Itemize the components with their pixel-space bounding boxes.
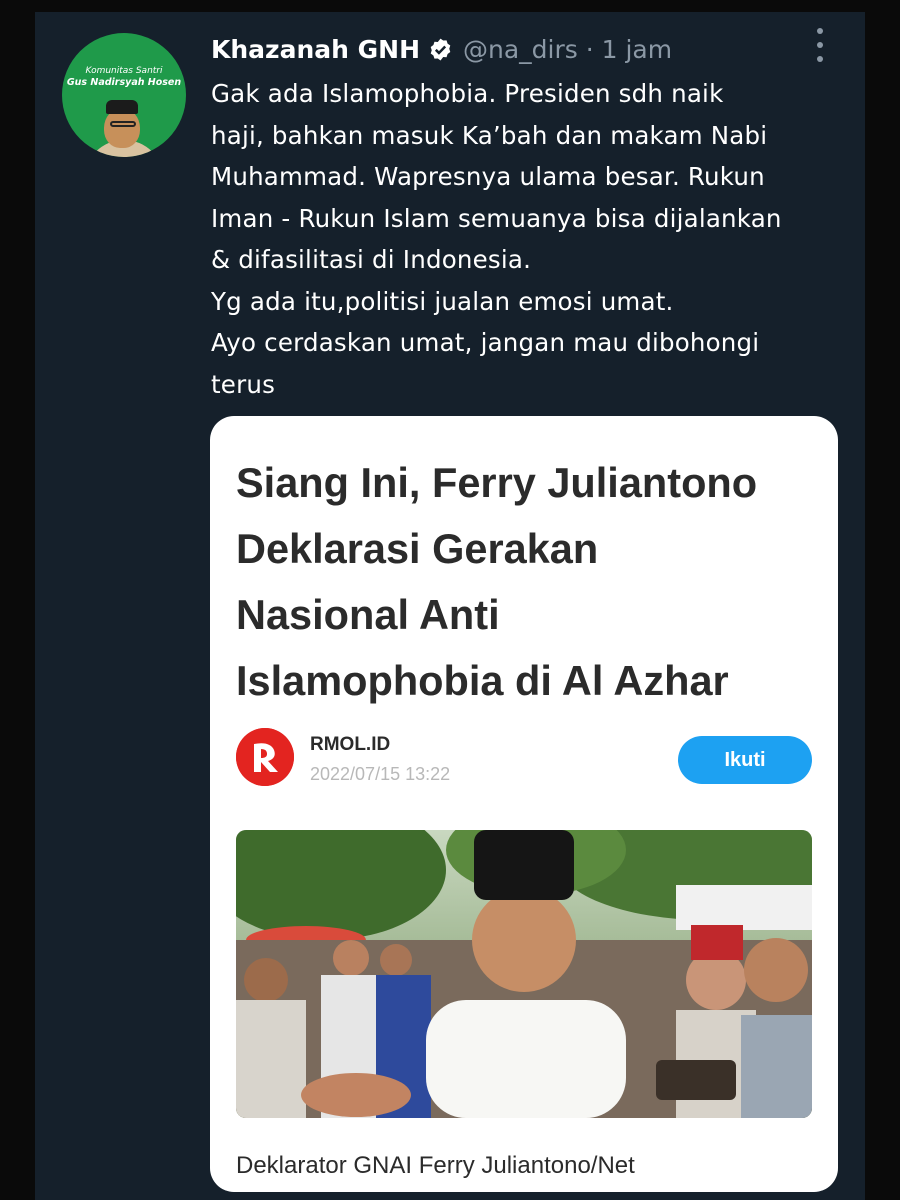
link-card[interactable]: Siang Ini, Ferry Juliantono Deklarasi Ge… xyxy=(210,416,838,1192)
avatar-cap xyxy=(106,100,138,114)
avatar[interactable]: Komunitas Santri Gus Nadirsyah Hosen xyxy=(62,33,186,157)
tweet-header: Khazanah GNH @na_dirs · 1 jam xyxy=(211,32,672,66)
dot xyxy=(817,56,823,62)
author-name[interactable]: Khazanah GNH xyxy=(211,35,420,64)
follow-button[interactable]: Ikuti xyxy=(678,736,812,784)
more-options-icon[interactable] xyxy=(810,28,830,62)
news-photo[interactable] xyxy=(236,830,812,1118)
card-headline: Siang Ini, Ferry Juliantono Deklarasi Ge… xyxy=(236,459,758,704)
avatar-text-line1: Komunitas Santri xyxy=(85,66,163,76)
tweet-text: Gak ada Islamophobia. Presiden sdh naik … xyxy=(211,79,782,399)
dot xyxy=(817,28,823,34)
photo-caption: Deklarator GNAI Ferry Juliantono/Net xyxy=(236,1152,635,1179)
author-handle-time[interactable]: @na_dirs · 1 jam xyxy=(463,35,672,64)
publisher-name[interactable]: RMOL.ID xyxy=(310,734,390,756)
avatar-text-line2: Gus Nadirsyah Hosen xyxy=(66,77,182,88)
publish-date: 2022/07/15 13:22 xyxy=(310,764,451,784)
verified-badge-icon xyxy=(428,37,453,62)
avatar-glasses xyxy=(110,121,136,127)
rmol-logo-icon xyxy=(236,728,294,786)
dot xyxy=(817,42,823,48)
avatar-face xyxy=(104,108,140,148)
